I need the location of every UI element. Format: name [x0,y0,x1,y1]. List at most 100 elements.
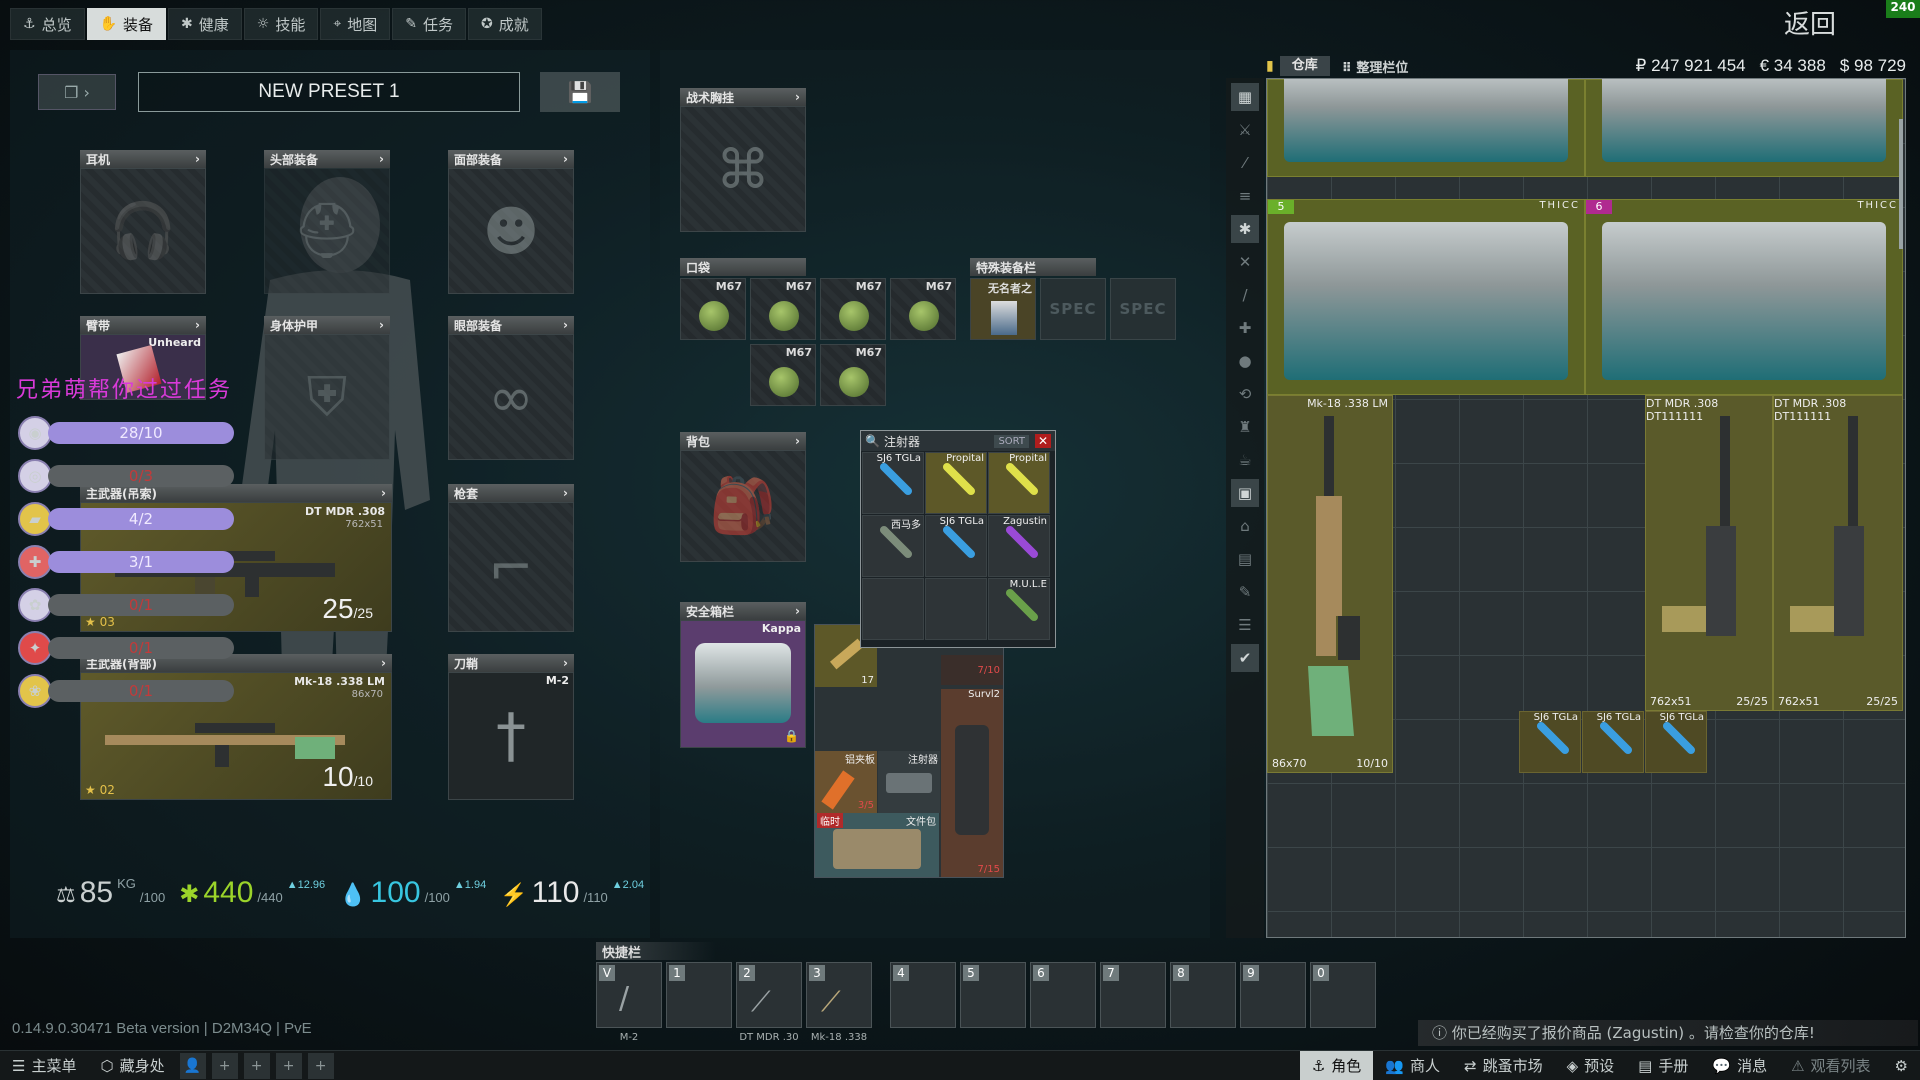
stash-item[interactable] [1267,79,1585,177]
stash-item[interactable]: 临时 文件包 [815,813,939,877]
backpack-slot[interactable]: 背包 › 🎒 [680,432,806,562]
tab-sorting-table[interactable]: ⠿ 整理栏位 [1330,57,1421,76]
tab-gear[interactable]: ✋ 装备 [86,8,167,40]
search-icon[interactable]: 🔍 [865,434,880,448]
face-cover-slot[interactable]: 面部装备 › ☻ [448,150,574,294]
injector-item[interactable]: SJ6 TGLa [925,515,987,577]
check-icon[interactable]: ✔ [1231,644,1259,672]
stash-item[interactable]: 7/10 [941,655,1003,685]
weapon-filter-icon[interactable]: ⚔ [1231,116,1259,144]
tab-health[interactable]: ✱ 健康 [168,8,242,40]
stash-item[interactable]: 5 THICC [1267,199,1585,395]
flea-market-button[interactable]: ⇄ 跳蚤市场 [1452,1051,1555,1080]
stash-scrollbar[interactable] [1899,119,1903,249]
ammo-filter-icon[interactable]: ⁄ [1231,149,1259,177]
barter-filter-icon[interactable]: ⟲ [1231,380,1259,408]
magazine-filter-icon[interactable]: ≡ [1231,182,1259,210]
quest-row[interactable]: ▰ 4/2 [18,502,248,536]
quickbar-slot[interactable]: 0 [1310,962,1376,1028]
quickbar-slot[interactable]: 9 [1240,962,1306,1028]
key-filter-icon[interactable]: ⌂ [1231,512,1259,540]
stash-item[interactable]: 注射器 [878,751,940,813]
mod-filter-icon[interactable]: ✚ [1231,314,1259,342]
pocket-item[interactable]: M67 [750,344,816,406]
main-menu-button[interactable]: ☰ 主菜单 [0,1051,88,1080]
add-group-slot[interactable]: + [243,1052,270,1079]
notification-bar[interactable]: ⓘ 你已经购买了报价商品 (Zagustin) 。请检查你的仓库! [1418,1020,1918,1046]
injector-empty-cell[interactable] [862,578,924,640]
document-filter-icon[interactable]: ☰ [1231,611,1259,639]
quickbar-slot[interactable]: 3 ⟋ Mk-18 .338 [806,962,872,1043]
quickbar-slot[interactable]: 6 [1030,962,1096,1028]
special-slot-item[interactable]: 无名者之 [970,278,1036,340]
injector-item[interactable]: Propital [988,452,1050,514]
tab-stash[interactable]: 仓库 [1279,56,1330,76]
gear-filter-icon[interactable]: ♜ [1231,413,1259,441]
stash-item[interactable]: SJ6 TGLa [1519,711,1581,773]
profile-icon[interactable]: 👤 [179,1052,206,1079]
injector-empty-cell[interactable] [925,578,987,640]
preset-list-button[interactable]: ❐ › [38,74,116,110]
holster-slot[interactable]: 枪套 › ⌐ [448,484,574,632]
tab-overview[interactable]: ⚓ 总览 [10,8,85,40]
sort-button[interactable]: SORT [994,434,1029,448]
pocket-item[interactable]: M67 [680,278,746,340]
headwear-slot[interactable]: 头部装备 › ⛑ [264,150,390,294]
stash-item[interactable]: DT MDR .308 DT111111 762x51 25/25 [1645,395,1773,711]
grenade-filter-icon[interactable]: ● [1231,347,1259,375]
grid-icon[interactable]: ▦ [1231,83,1259,111]
quickbar-slot[interactable]: 7 [1100,962,1166,1028]
stash-item[interactable]: SJ6 TGLa [1645,711,1707,773]
melee-filter-icon[interactable]: ✕ [1231,248,1259,276]
add-group-slot[interactable]: + [275,1052,302,1079]
traders-button[interactable]: 👥 商人 [1373,1051,1452,1080]
earpiece-slot[interactable]: 耳机 › 🎧 [80,150,206,294]
presets-button[interactable]: ◈ 预设 [1555,1051,1627,1080]
tab-map[interactable]: ⌖ 地图 [320,8,391,40]
tab-tasks[interactable]: ✎ 任务 [392,8,467,40]
quest-row[interactable]: ◉ 28/10 [18,416,248,450]
stash-item[interactable] [1585,79,1903,177]
hideout-button[interactable]: ⬡ 藏身处 [88,1051,176,1080]
pocket-item[interactable]: M67 [750,278,816,340]
body-armor-slot[interactable]: 身体护甲 › ⛨ [264,316,390,460]
quest-row[interactable]: ✚ 3/1 [18,545,248,579]
stash-item[interactable]: Survl2 7/15 [941,689,1003,877]
quickbar-slot[interactable]: 8 [1170,962,1236,1028]
quest-row[interactable]: ✿ 0/1 [18,588,248,622]
add-group-slot[interactable]: + [307,1052,334,1079]
wrench-filter-icon[interactable]: ✎ [1231,578,1259,606]
secure-container-slot[interactable]: 安全箱栏 › Kappa 🔒 [680,602,806,748]
info-filter-icon[interactable]: ▤ [1231,545,1259,573]
quickbar-slot[interactable]: 5 [960,962,1026,1028]
pocket-item[interactable]: M67 [890,278,956,340]
watchlist-button[interactable]: ⚠ 观看列表 [1779,1051,1882,1080]
injector-item[interactable]: Propital [925,452,987,514]
pocket-item[interactable]: M67 [820,344,886,406]
add-group-slot[interactable]: + [211,1052,238,1079]
tactical-rig-slot[interactable]: 战术胸挂 › ⌘ [680,88,806,232]
container-filter-icon[interactable]: ▣ [1231,479,1259,507]
stash-item[interactable]: Mk-18 .338 LM 86x70 10/10 [1267,395,1393,773]
stash-item[interactable]: DT MDR .308 DT111111 762x51 25/25 [1773,395,1903,711]
stash-item[interactable]: SJ6 TGLa [1582,711,1644,773]
tab-achievements[interactable]: ✪ 成就 [468,8,542,40]
food-filter-icon[interactable]: ☕ [1231,446,1259,474]
quickbar-slot[interactable]: 4 [890,962,956,1028]
special-slot-empty[interactable]: SPEC [1040,278,1106,340]
back-button[interactable]: 返回 [1784,4,1836,41]
tab-skills[interactable]: ☼ 技能 [243,8,319,40]
injector-item[interactable]: SJ6 TGLa [862,452,924,514]
handbook-button[interactable]: ▤ 手册 [1626,1051,1700,1080]
close-button[interactable]: ✕ [1035,434,1051,448]
settings-button[interactable]: ⚙ [1883,1051,1920,1080]
quickbar-slot[interactable]: 1 [666,962,732,1028]
injector-item[interactable]: M.U.L.E [988,578,1050,640]
scabbard-slot[interactable]: 刀鞘 › M-2 † [448,654,574,800]
quest-row[interactable]: ❀ 0/1 [18,674,248,708]
quest-row[interactable]: ✦ 0/1 [18,631,248,665]
quest-row[interactable]: ◎ 0/3 [18,459,248,493]
quickbar-slot[interactable]: V / M-2 [596,962,662,1043]
injector-item[interactable]: 西马多 [862,515,924,577]
messages-button[interactable]: 💬 消息 [1700,1051,1779,1080]
